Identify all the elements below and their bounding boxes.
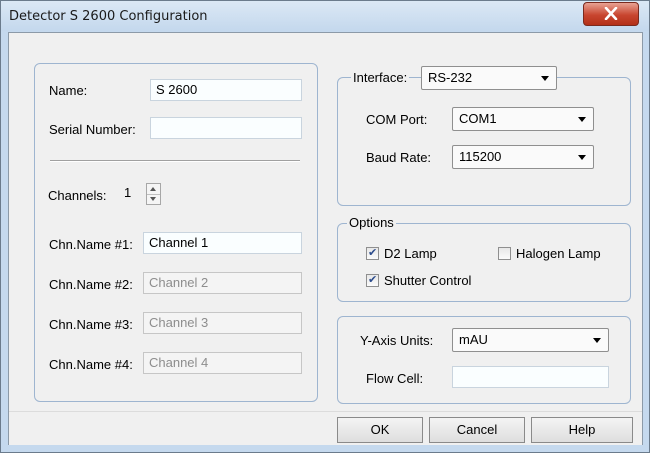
title-bar[interactable]: Detector S 2600 Configuration [1,1,649,31]
chevron-down-icon [593,338,601,343]
y-axis-units-value: mAU [459,332,488,347]
channel-name-3-field[interactable]: Channel 3 [143,312,302,334]
options-group-title: Options [347,215,396,230]
ok-button[interactable]: OK [337,417,423,443]
spin-down-icon [150,197,156,201]
checkmark-icon: ✔ [368,274,378,286]
checkmark-icon: ✔ [368,247,378,259]
channel-name-2-label: Chn.Name #2: [49,277,133,292]
window-title: Detector S 2600 Configuration [9,9,208,24]
chevron-down-icon [578,117,586,122]
baud-rate-label: Baud Rate: [366,150,432,165]
cancel-button[interactable]: Cancel [429,417,525,443]
flow-cell-field[interactable] [452,366,609,388]
name-field[interactable]: S 2600 [150,79,302,101]
serial-number-label: Serial Number: [49,122,136,137]
baud-rate-select[interactable]: 115200 [452,145,594,169]
com-port-label: COM Port: [366,112,428,127]
d2-lamp-label[interactable]: D2 Lamp [384,246,437,261]
y-axis-units-select[interactable]: mAU [452,328,609,352]
help-button[interactable]: Help [531,417,633,443]
channel-name-2-field[interactable]: Channel 2 [143,272,302,294]
close-button[interactable] [583,2,639,26]
shutter-control-checkbox[interactable]: ✔ [366,274,379,287]
dialog-client-area: Name: S 2600 Serial Number: Channels: 1 … [8,32,643,445]
halogen-lamp-checkbox[interactable] [498,247,511,260]
close-icon [604,7,618,20]
channel-name-4-label: Chn.Name #4: [49,357,133,372]
shutter-control-label[interactable]: Shutter Control [384,273,471,288]
channel-name-3-label: Chn.Name #3: [49,317,133,332]
d2-lamp-checkbox[interactable]: ✔ [366,247,379,260]
general-panel: Name: S 2600 Serial Number: Channels: 1 … [34,63,318,402]
halogen-lamp-label[interactable]: Halogen Lamp [516,246,601,261]
channels-field[interactable]: 1 [121,183,145,205]
com-port-value: COM1 [459,111,497,126]
flow-cell-label: Flow Cell: [366,371,424,386]
channels-stepper[interactable] [146,183,161,205]
separator [50,160,300,162]
interface-group: COM Port: COM1 Baud Rate: 115200 [337,77,631,206]
interface-label: Interface: [353,70,408,85]
name-label: Name: [49,83,88,98]
channels-label: Channels: [48,188,107,203]
chevron-down-icon [578,155,586,160]
interface-select[interactable]: RS-232 [421,66,557,90]
channel-name-4-field[interactable]: Channel 4 [143,352,302,374]
spin-up-icon [150,187,156,191]
channel-name-1-field[interactable]: Channel 1 [143,232,302,254]
chevron-down-icon [541,76,549,81]
interface-value: RS-232 [428,70,473,85]
units-group: Y-Axis Units: mAU Flow Cell: [337,316,631,404]
baud-rate-value: 115200 [459,149,502,164]
button-bar: OK Cancel Help [9,411,642,445]
interface-group-title: Interface: [351,67,410,91]
channel-name-1-label: Chn.Name #1: [49,237,133,252]
serial-number-field[interactable] [150,117,302,139]
spin-down-button[interactable] [147,194,160,204]
y-axis-units-label: Y-Axis Units: [360,333,434,348]
dialog-window: Detector S 2600 Configuration Name: S 26… [0,0,650,453]
options-group: ✔ D2 Lamp Halogen Lamp ✔ Shutter Control [337,223,631,302]
com-port-select[interactable]: COM1 [452,107,594,131]
